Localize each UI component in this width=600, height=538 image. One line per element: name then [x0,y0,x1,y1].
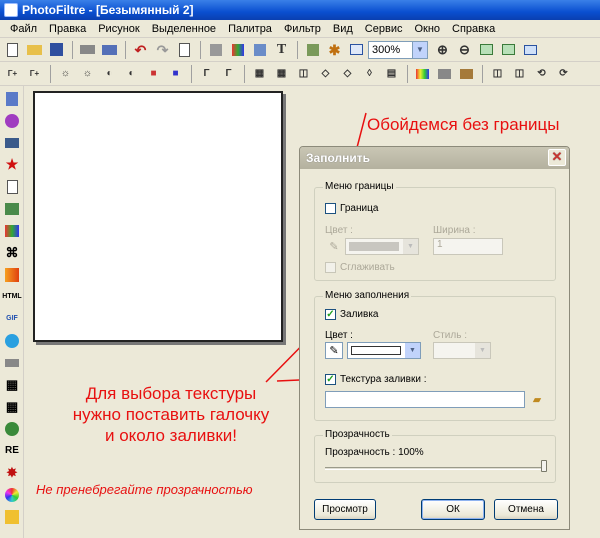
transparency-slider-track[interactable] [325,467,547,470]
cancel-button[interactable]: Отмена [494,499,558,520]
annotation-no-border: Обойдемся без границы [367,115,560,134]
annotation-texture-hint: Для выбора текстуры нужно поставить гало… [66,383,276,446]
fill-dialog: Заполнить ✕ Меню границы Граница Цвет : … [299,146,570,530]
border-width-value: 1 [437,239,443,250]
border-group-label: Меню границы [323,181,396,192]
annotation-texture-line-3: и около заливки! [104,426,238,445]
annotation-texture-line-2: нужно поставить галочку [72,405,270,424]
chevron-down-icon: ▼ [475,343,490,358]
border-width-input: 1 [433,238,503,255]
fill-style-label: Стиль : [433,330,467,341]
fill-color-label: Цвет : [325,330,353,341]
border-color-label: Цвет : [325,225,353,236]
annotation-texture-line-1: Для выбора текстуры [85,384,257,403]
texture-path-input[interactable] [325,391,525,408]
dialog-title-bar: Заполнить ✕ [300,147,569,169]
open-folder-icon[interactable]: ▰ [528,391,546,408]
fill-checkbox-label: Заливка [340,309,379,320]
texture-checkbox[interactable]: ✓ [325,374,336,385]
border-width-label: Ширина : [433,225,476,236]
texture-path-value [326,393,329,404]
smooth-checkbox-label: Сглаживать [340,262,395,273]
transparency-label: Прозрачность : 100% [325,447,424,458]
border-checkbox-label: Граница [340,203,379,214]
fill-color-swatch [351,346,401,355]
ok-button[interactable]: ОК [421,499,485,520]
transparency-group: Прозрачность Прозрачность : 100% [314,429,556,483]
transparency-slider-thumb[interactable] [541,460,547,472]
preview-button[interactable]: Просмотр [314,499,376,520]
eyedropper-icon[interactable]: ✎ [325,342,343,359]
eyedropper-icon: ✎ [329,241,339,253]
dialog-title: Заполнить [306,151,370,165]
transparency-group-label: Прозрачность [323,429,392,440]
fill-color-select[interactable]: ▼ [347,342,421,359]
annotation-transparency-hint: Не пренебрегайте прозрачностью [36,482,253,497]
border-checkbox[interactable] [325,203,336,214]
fill-style-select: ▼ [433,342,491,359]
chevron-down-icon: ▼ [403,239,418,254]
border-color-select: ▼ [345,238,419,255]
border-color-swatch [349,242,399,251]
fill-group-label: Меню заполнения [323,290,412,301]
fill-checkbox[interactable]: ✓ [325,309,336,320]
chevron-down-icon: ▼ [405,343,420,358]
fill-group: Меню заполнения ✓ Заливка Цвет : Стиль :… [314,290,556,421]
smooth-checkbox [325,262,336,273]
border-group: Меню границы Граница Цвет : Ширина : ✎ ▼… [314,181,556,281]
texture-checkbox-label: Текстура заливки : [340,374,427,385]
close-icon[interactable]: ✕ [548,149,566,166]
